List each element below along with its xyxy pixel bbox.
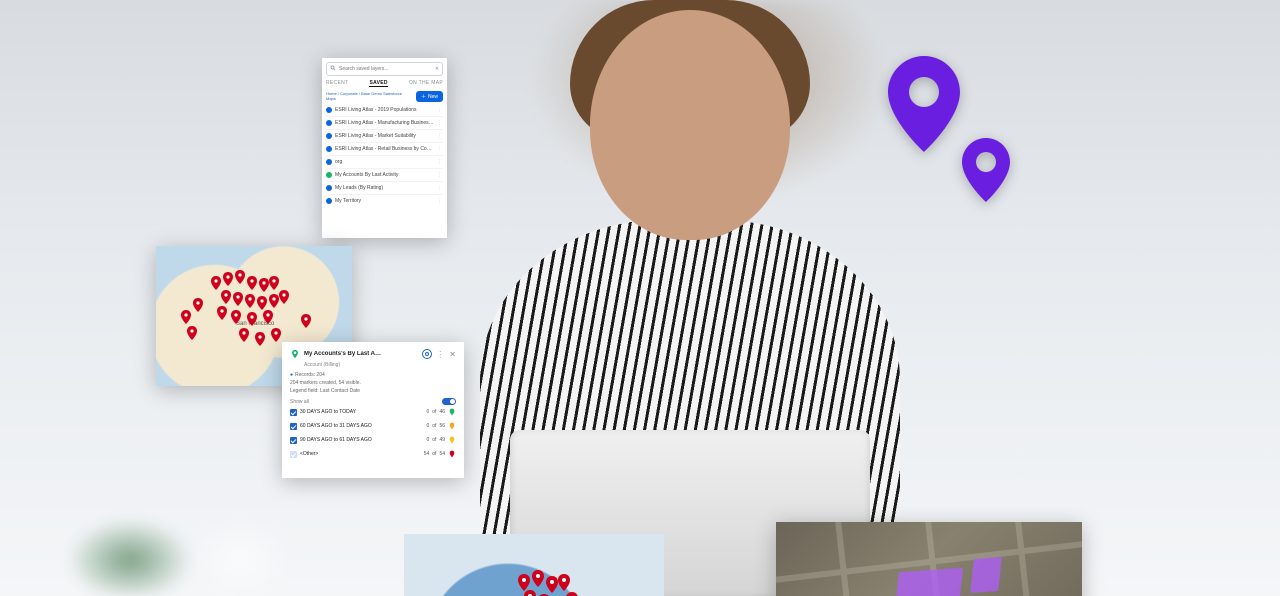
location-pin-icon (888, 56, 960, 152)
map-thumbnail-sf-territory: San Francisco (404, 534, 664, 596)
more-icon[interactable]: ⋮ (437, 172, 443, 178)
layer-row[interactable]: My Territory⋮ (326, 194, 443, 207)
layer-icon (326, 159, 332, 165)
layer-icon (326, 120, 332, 126)
more-icon[interactable]: ⋮ (437, 146, 443, 152)
pin-icon (448, 407, 456, 417)
close-icon[interactable]: ✕ (449, 350, 456, 359)
layer-row[interactable]: org⋮ (326, 155, 443, 168)
more-icon[interactable]: ⋮ (437, 159, 443, 165)
legend-row[interactable]: 90 DAYS AGO to 61 DAYS AGO 0of49 (290, 433, 456, 447)
pin-icon (448, 421, 456, 431)
legend-row[interactable]: <Other> 54of54 (290, 447, 456, 461)
search-input[interactable] (339, 66, 432, 72)
tab-saved[interactable]: SAVED (369, 80, 387, 87)
layer-row[interactable]: My Accounts By Last Activity⋮ (326, 168, 443, 181)
clear-icon[interactable]: ✕ (435, 66, 439, 72)
layer-icon (326, 146, 332, 152)
plus-icon: ＋ (421, 93, 426, 100)
legend-title: My Accounts's By Last A… (304, 351, 418, 357)
layer-row[interactable]: ESRI Living Atlas - Retail Business by C… (326, 142, 443, 155)
more-icon[interactable]: ⋮ (437, 107, 443, 113)
location-pin-icon (962, 138, 1010, 202)
legend-subtitle: Account (Billing) (290, 362, 456, 368)
search-icon (330, 65, 336, 73)
layer-row[interactable]: My Leads (By Rating)⋮ (326, 181, 443, 194)
search-field[interactable]: ✕ (326, 62, 443, 76)
tab-on-map[interactable]: ON THE MAP (409, 80, 443, 87)
pin-cluster (404, 534, 664, 596)
tab-recent[interactable]: RECENT (326, 80, 348, 87)
legend-row[interactable]: 30 DAYS AGO to TODAY 0of46 (290, 405, 456, 419)
hero-collage: ✕ RECENT SAVED ON THE MAP Home / Corpora… (0, 0, 1280, 596)
more-icon[interactable]: ⋮ (437, 185, 443, 191)
layer-row[interactable]: ESRI Living Atlas - 2019 Populations⋮ (326, 104, 443, 116)
pin-icon (448, 435, 456, 445)
records-count: Records: 204 (290, 372, 325, 378)
breadcrumb[interactable]: Home / Corporate / Base Demo Salesforce … (326, 91, 412, 101)
layer-row[interactable]: ESRI Living Atlas - Manufacturing Busine… (326, 116, 443, 129)
show-all-toggle[interactable] (442, 398, 456, 405)
more-icon[interactable]: ⋮ (436, 350, 445, 359)
checkbox[interactable] (290, 437, 297, 444)
person-photo-placeholder (440, 0, 940, 596)
new-button[interactable]: ＋ New (416, 91, 443, 102)
markers-visible: 204 markers created, 54 visible. (290, 380, 456, 386)
layer-list: ESRI Living Atlas - 2019 Populations⋮ ES… (326, 104, 443, 207)
map-thumbnail-satellite-buildings (776, 522, 1082, 596)
show-all-label: Show all (290, 399, 309, 405)
checkbox[interactable] (290, 423, 297, 430)
layer-icon (326, 133, 332, 139)
pin-icon (290, 348, 300, 360)
saved-layers-panel: ✕ RECENT SAVED ON THE MAP Home / Corpora… (322, 58, 447, 238)
layer-icon (326, 198, 332, 204)
marker-legend-panel: My Accounts's By Last A… ⋮ ✕ Account (Bi… (282, 342, 464, 478)
more-icon[interactable]: ⋮ (437, 133, 443, 139)
recenter-icon[interactable] (422, 349, 432, 359)
layer-icon (326, 107, 332, 113)
layer-row[interactable]: ESRI Living Atlas - Market Suitability⋮ (326, 129, 443, 142)
legend-field: Legend field: Last Contact Date (290, 388, 456, 394)
legend-row[interactable]: 60 DAYS AGO to 31 DAYS AGO 0of56 (290, 419, 456, 433)
checkbox[interactable] (290, 409, 297, 416)
more-icon[interactable]: ⋮ (437, 198, 443, 204)
new-button-label: New (428, 94, 438, 100)
pin-icon (448, 449, 456, 459)
checkbox[interactable] (290, 451, 297, 458)
more-icon[interactable]: ⋮ (437, 120, 443, 126)
layer-icon (326, 185, 332, 191)
pin-icon (326, 172, 332, 178)
